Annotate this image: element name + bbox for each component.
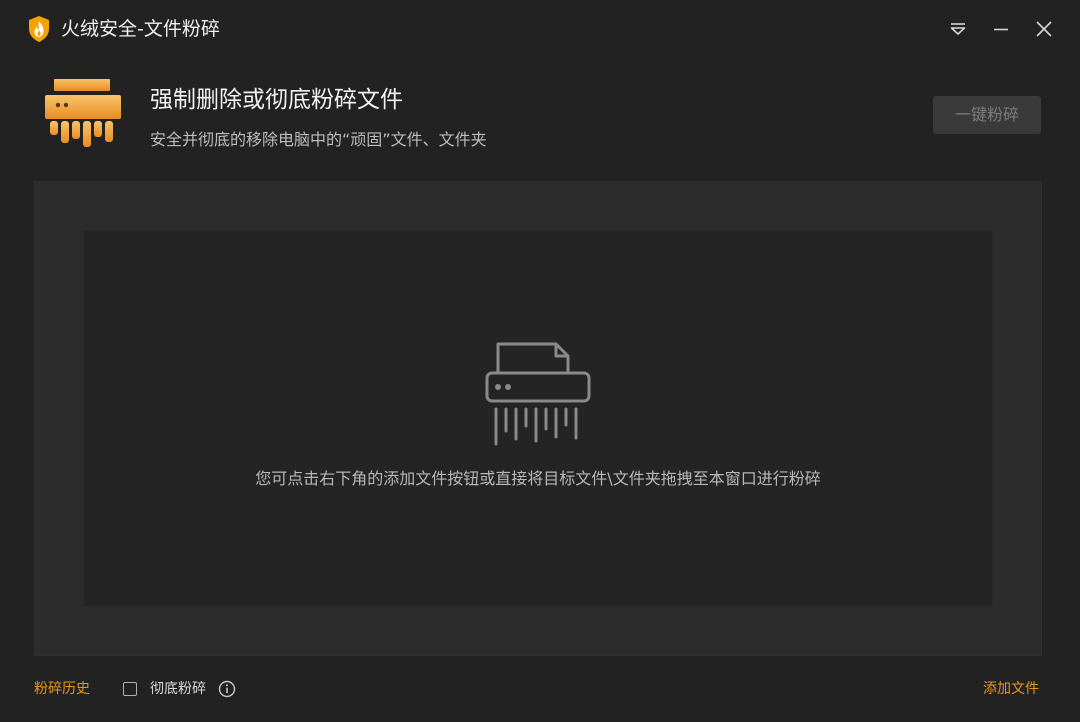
minimize-icon <box>994 28 1008 31</box>
page-title: 强制删除或彻底粉碎文件 <box>150 87 403 113</box>
title-bar: 火绒安全-文件粉碎 <box>0 0 1080 58</box>
minimize-button[interactable] <box>989 17 1013 41</box>
window-title: 火绒安全-文件粉碎 <box>61 18 220 40</box>
menu-button[interactable] <box>946 17 970 41</box>
shred-history-link[interactable]: 粉碎历史 <box>34 678 90 700</box>
huorong-flame-shield-icon <box>29 16 49 42</box>
file-list-panel[interactable]: 您可点击右下角的添加文件按钮或直接将目标文件\文件夹拖拽至本窗口进行粉碎 <box>34 181 1042 656</box>
one-click-shred-button[interactable]: 一键粉碎 <box>933 96 1041 134</box>
close-button[interactable] <box>1032 17 1056 41</box>
shredder-outline-icon <box>485 342 591 446</box>
drop-hint-text: 您可点击右下角的添加文件按钮或直接将目标文件\文件夹拖拽至本窗口进行粉碎 <box>255 469 821 488</box>
thorough-shred-checkbox[interactable] <box>123 682 137 696</box>
page-subtitle: 安全并彻底的移除电脑中的“顽固”文件、文件夹 <box>150 130 487 149</box>
add-file-link[interactable]: 添加文件 <box>983 678 1039 700</box>
drop-zone[interactable]: 您可点击右下角的添加文件按钮或直接将目标文件\文件夹拖拽至本窗口进行粉碎 <box>83 230 993 607</box>
menu-icon <box>950 23 966 35</box>
paper-shredder-icon <box>45 79 121 147</box>
close-icon <box>1036 21 1052 37</box>
info-icon[interactable] <box>218 680 236 698</box>
thorough-shred-label[interactable]: 彻底粉碎 <box>150 678 206 700</box>
